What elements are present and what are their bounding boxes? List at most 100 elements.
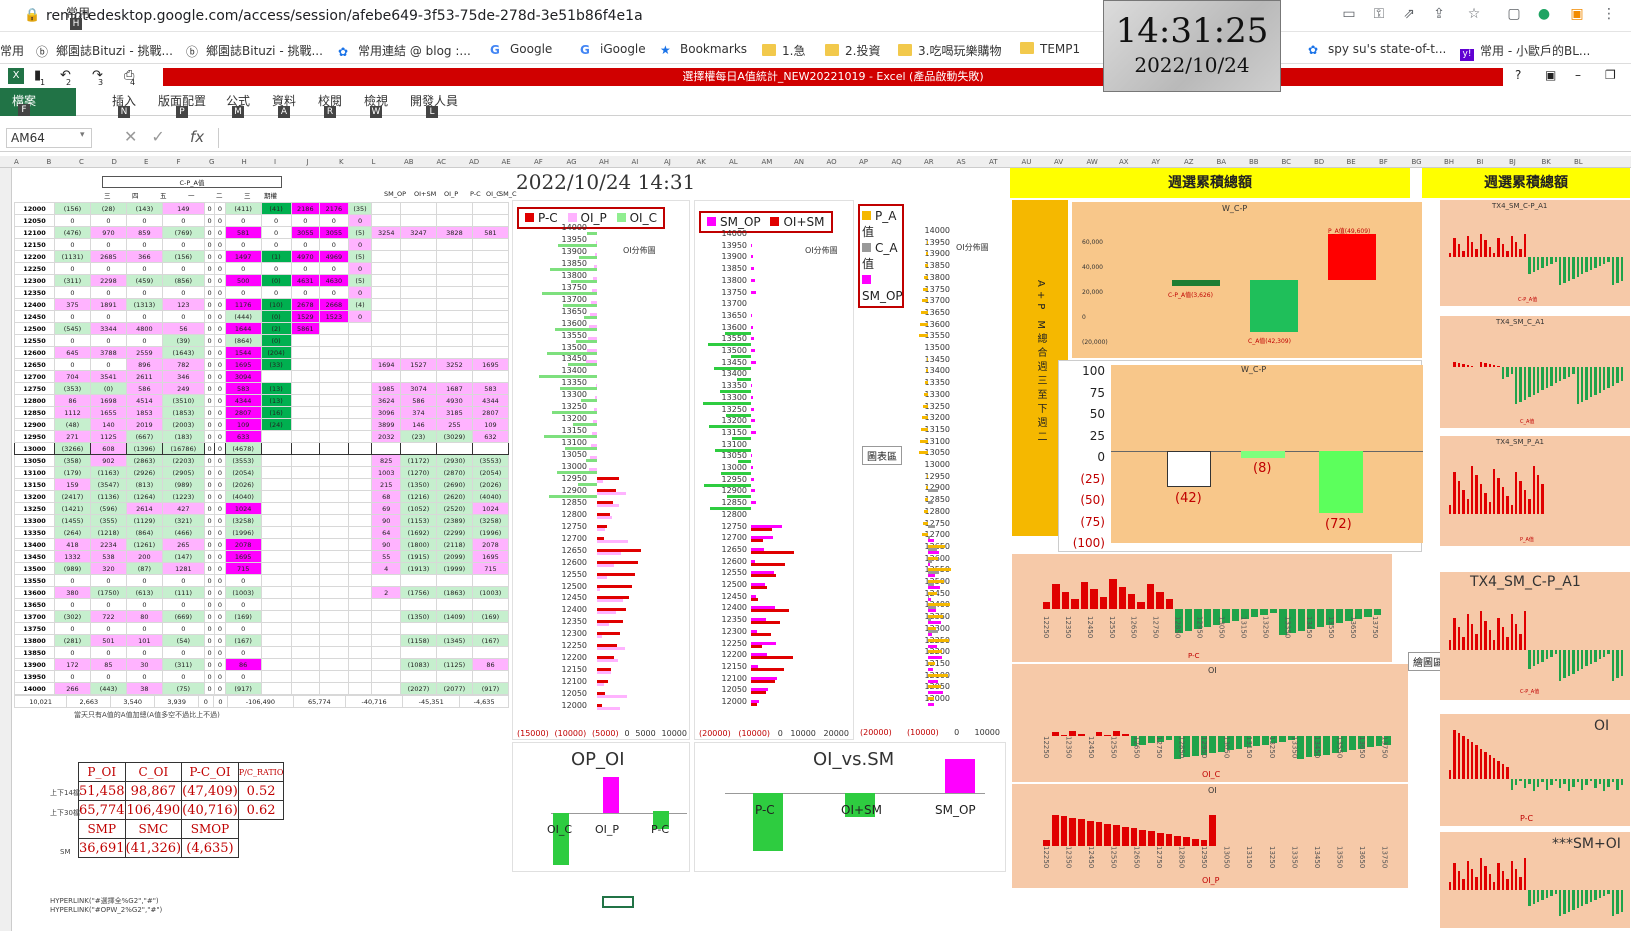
table-cell[interactable] bbox=[371, 274, 401, 287]
table-cell[interactable]: (2003) bbox=[161, 418, 205, 431]
table-cell[interactable]: (2690) bbox=[435, 478, 473, 491]
table-cell[interactable]: 0 bbox=[161, 310, 205, 323]
table-cell[interactable] bbox=[260, 454, 292, 467]
table-cell[interactable]: 0 bbox=[125, 670, 163, 683]
table-cell[interactable]: 1698 bbox=[89, 394, 127, 407]
table-cell[interactable] bbox=[319, 478, 349, 491]
table-cell[interactable] bbox=[347, 466, 373, 479]
mid-chart-oip[interactable]: OI 12250 12350 12450 12550 12650 12750 12850 12… bbox=[1012, 784, 1408, 888]
table-cell[interactable] bbox=[260, 574, 292, 587]
table-row[interactable]: 13050 (358) 902 (2863) (2203) 0 0 (3553) 825 (117… bbox=[14, 454, 510, 467]
table-cell[interactable]: 0 bbox=[224, 214, 262, 227]
table-cell[interactable] bbox=[400, 622, 437, 635]
column-header[interactable]: BH bbox=[1444, 158, 1454, 166]
table-cell[interactable]: 1281 bbox=[161, 562, 205, 575]
table-cell[interactable]: 0 bbox=[125, 238, 163, 251]
column-header[interactable]: AI bbox=[632, 158, 639, 166]
table-cell[interactable]: (311) bbox=[161, 658, 205, 671]
table-cell[interactable] bbox=[347, 394, 373, 407]
table-cell[interactable]: 3541 bbox=[89, 370, 127, 383]
table-cell[interactable] bbox=[347, 538, 373, 551]
table-cell[interactable]: 12750 bbox=[14, 382, 55, 395]
table-cell[interactable]: (281) bbox=[54, 634, 91, 647]
table-cell[interactable]: (1863) bbox=[435, 586, 473, 599]
table-cell[interactable] bbox=[290, 634, 321, 647]
table-cell[interactable]: (321) bbox=[161, 514, 205, 527]
table-cell[interactable]: 0 bbox=[203, 610, 216, 623]
table-cell[interactable]: 0 bbox=[214, 682, 226, 695]
table-cell[interactable]: 1003 bbox=[371, 466, 401, 479]
table-cell[interactable]: (3553) bbox=[471, 454, 510, 467]
table-cell[interactable]: (358) bbox=[54, 454, 91, 467]
table-cell[interactable]: 0 bbox=[89, 358, 127, 371]
table-cell[interactable]: 0 bbox=[89, 598, 127, 611]
table-row[interactable]: 12000 (156) (28) (143) 149 0 0 (411) (41) 2186 217… bbox=[14, 202, 510, 215]
table-cell[interactable] bbox=[435, 442, 473, 455]
column-header[interactable]: A bbox=[14, 158, 19, 166]
table-cell[interactable] bbox=[400, 370, 437, 383]
table-cell[interactable]: (111) bbox=[161, 586, 205, 599]
table-row[interactable]: 13500 (989) 320 (87) 1281 0 0 715 4 (1913) (1999) 7… bbox=[14, 562, 510, 575]
table-cell[interactable] bbox=[319, 658, 349, 671]
column-header[interactable]: AK bbox=[697, 158, 706, 166]
table-row[interactable]: 12050 0 0 0 0 0 0 0 0 0 0 0 bbox=[14, 214, 510, 227]
table-cell[interactable]: 0 bbox=[214, 610, 226, 623]
table-cell[interactable] bbox=[435, 334, 473, 347]
table-cell[interactable] bbox=[319, 574, 349, 587]
table-cell[interactable]: (4040) bbox=[224, 490, 262, 503]
table-cell[interactable] bbox=[290, 538, 321, 551]
table-cell[interactable]: 645 bbox=[54, 346, 91, 359]
table-cell[interactable]: 583 bbox=[471, 382, 510, 395]
table-row[interactable]: 13300 (1455) (355) (1129) (321) 0 0 (3258) 90 (11… bbox=[14, 514, 510, 527]
table-cell[interactable] bbox=[260, 610, 292, 623]
table-cell[interactable]: 418 bbox=[54, 538, 91, 551]
right-chart-5[interactable]: ***SM+OI bbox=[1440, 832, 1630, 928]
table-cell[interactable]: (39) bbox=[161, 334, 205, 347]
table-cell[interactable]: 0 bbox=[203, 454, 216, 467]
table-cell[interactable]: (0) bbox=[260, 334, 292, 347]
table-cell[interactable]: (1270) bbox=[400, 466, 437, 479]
column-header[interactable]: L bbox=[372, 158, 376, 166]
table-cell[interactable]: (2099) bbox=[435, 550, 473, 563]
table-cell[interactable]: (16786) bbox=[161, 442, 205, 455]
table-cell[interactable]: (35) bbox=[347, 202, 373, 215]
table-cell[interactable]: (2077) bbox=[435, 682, 473, 695]
table-cell[interactable]: (0) bbox=[260, 274, 292, 287]
column-header[interactable]: AF bbox=[534, 158, 543, 166]
table-cell[interactable] bbox=[371, 646, 401, 659]
table-cell[interactable]: (179) bbox=[54, 466, 91, 479]
table-cell[interactable]: 12450 bbox=[14, 310, 55, 323]
table-cell[interactable]: 12250 bbox=[14, 262, 55, 275]
table-cell[interactable]: 0 bbox=[214, 646, 226, 659]
bookmark-item[interactable]: TEMP1 bbox=[1020, 42, 1080, 56]
bookmark-item[interactable]: y! 常用 - 小歐戶的BL... bbox=[1460, 42, 1590, 61]
table-cell[interactable] bbox=[400, 574, 437, 587]
table-cell[interactable]: 375 bbox=[54, 298, 91, 311]
table-cell[interactable]: 581 bbox=[471, 226, 510, 239]
table-cell[interactable] bbox=[290, 610, 321, 623]
table-cell[interactable]: 538 bbox=[89, 550, 127, 563]
table-row[interactable]: 12850 1112 1655 1853 (1853) 0 0 2807 (16) 3096 374… bbox=[14, 406, 510, 419]
table-cell[interactable]: (2870) bbox=[435, 466, 473, 479]
column-header[interactable]: AJ bbox=[664, 158, 671, 166]
table-cell[interactable]: 704 bbox=[54, 370, 91, 383]
column-header[interactable]: F bbox=[177, 158, 181, 166]
tab-insert[interactable]: 插入 N bbox=[112, 92, 136, 118]
column-header[interactable]: H bbox=[242, 158, 247, 166]
table-cell[interactable]: 0 bbox=[347, 238, 373, 251]
right-chart-0[interactable]: TX4_SM_C-P_A1 C-P_A值 bbox=[1440, 200, 1630, 306]
table-cell[interactable]: (1153) bbox=[400, 514, 437, 527]
table-cell[interactable]: (23) bbox=[400, 430, 437, 443]
table-cell[interactable]: 0 bbox=[214, 634, 226, 647]
table-cell[interactable]: 1891 bbox=[89, 298, 127, 311]
selected-cell[interactable] bbox=[602, 896, 634, 908]
table-row[interactable]: 12300 (311) 2298 (459) (856) 0 0 500 (0) 4631 4630… bbox=[14, 274, 510, 287]
table-cell[interactable]: (75) bbox=[161, 682, 205, 695]
table-cell[interactable]: (4) bbox=[347, 298, 373, 311]
table-cell[interactable] bbox=[347, 334, 373, 347]
table-row[interactable]: 13950 0 0 0 0 0 0 0 bbox=[14, 670, 510, 683]
table-cell[interactable] bbox=[347, 574, 373, 587]
table-cell[interactable]: (1756) bbox=[400, 586, 437, 599]
table-cell[interactable]: 0 bbox=[203, 658, 216, 671]
table-cell[interactable] bbox=[319, 514, 349, 527]
